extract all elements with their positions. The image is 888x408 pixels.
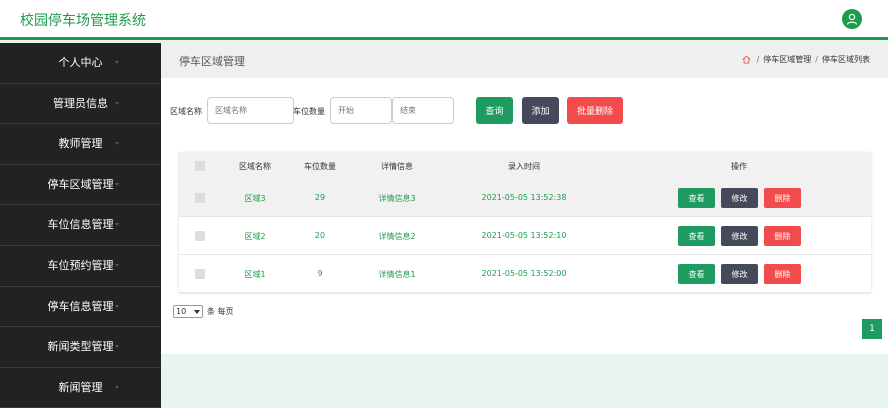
table-row: 区域3 29 详情信息3 2021-05-05 13:52:38 查看 修改 删… (179, 180, 871, 217)
sidebar-item-label: 停车区域管理 (47, 177, 114, 191)
chevron-down-icon (115, 182, 119, 186)
main-content: 停车区域管理 / 停车区域管理 / 停车区域列表 区域名称 车位数量 查询 添加… (161, 43, 888, 354)
column-header: 车位数量 (304, 162, 336, 171)
sidebar-item-admin-info[interactable]: 管理员信息 (0, 84, 161, 125)
query-button[interactable]: 查询 (476, 97, 513, 124)
top-header: 校园停车场管理系统 (0, 0, 888, 40)
edit-button[interactable]: 修改 (721, 188, 758, 208)
count-start-input[interactable] (330, 97, 392, 124)
space-count-label: 车位数量 (293, 107, 325, 116)
delete-button[interactable]: 删除 (764, 264, 801, 284)
view-button[interactable]: 查看 (678, 264, 715, 284)
edit-button[interactable]: 修改 (721, 226, 758, 246)
cell-area-name: 区域2 (244, 232, 266, 241)
cell-space-count: 29 (314, 193, 326, 202)
breadcrumb: / 停车区域管理 / 停车区域列表 (742, 54, 870, 65)
sidebar-item-parking-area[interactable]: 停车区域管理 (0, 165, 161, 206)
chevron-down-icon (194, 309, 200, 314)
sidebar-item-label: 车位预约管理 (47, 258, 114, 272)
table-row: 区域1 9 详情信息1 2021-05-05 13:52:00 查看 修改 删除 (179, 256, 871, 293)
cell-space-count: 20 (314, 231, 326, 240)
breadcrumb-item-area-list: 停车区域列表 (822, 55, 870, 64)
sidebar-item-space-reservation[interactable]: 车位预约管理 (0, 246, 161, 287)
sidebar-item-label: 车位信息管理 (47, 218, 114, 232)
sidebar-item-space-info[interactable]: 车位信息管理 (0, 205, 161, 246)
chevron-down-icon (115, 223, 119, 227)
row-checkbox[interactable] (195, 231, 205, 241)
batch-delete-button[interactable]: 批量删除 (567, 97, 623, 124)
sidebar-item-label: 停车信息管理 (47, 299, 114, 313)
chevron-down-icon (115, 101, 119, 105)
chevron-down-icon (115, 142, 119, 146)
pagination-page-1[interactable]: 1 (862, 319, 882, 339)
page-size-control: 10 条 每页 (173, 305, 234, 318)
count-end-input[interactable] (392, 97, 454, 124)
cell-entry-time: 2021-05-05 13:52:00 (481, 269, 567, 278)
search-bar: 区域名称 车位数量 查询 添加 批量删除 (161, 97, 888, 124)
sidebar-item-news-type[interactable]: 新闻类型管理 (0, 327, 161, 368)
column-header: 区域名称 (239, 162, 271, 171)
column-header: 录入时间 (508, 162, 540, 171)
column-header: 详情信息 (381, 162, 413, 171)
edit-button[interactable]: 修改 (721, 264, 758, 284)
user-avatar-icon[interactable] (842, 9, 862, 29)
add-button[interactable]: 添加 (522, 97, 559, 124)
view-button[interactable]: 查看 (678, 188, 715, 208)
page-title: 停车区域管理 (179, 55, 245, 68)
sidebar-item-personal-center[interactable]: 个人中心 (0, 43, 161, 84)
data-table: 区域名称 车位数量 详情信息 录入时间 操作 区域3 29 详情信息3 2021… (179, 152, 871, 293)
chevron-down-icon (115, 345, 119, 349)
view-button[interactable]: 查看 (678, 226, 715, 246)
sidebar-item-label: 新闻管理 (58, 380, 103, 394)
delete-button[interactable]: 删除 (764, 188, 801, 208)
cell-entry-time: 2021-05-05 13:52:10 (481, 231, 567, 240)
row-checkbox[interactable] (195, 269, 205, 279)
home-icon[interactable] (742, 55, 751, 64)
table-row: 区域2 20 详情信息2 2021-05-05 13:52:10 查看 修改 删… (179, 218, 871, 255)
page-size-select[interactable]: 10 (173, 305, 203, 318)
page-size-value: 10 (176, 307, 187, 316)
cell-detail: 详情信息1 (378, 270, 416, 279)
sidebar: 个人中心 管理员信息 教师管理 停车区域管理 车位信息管理 车位预约管理 停车信… (0, 43, 161, 408)
select-all-checkbox[interactable] (195, 161, 205, 171)
area-name-input[interactable] (207, 97, 294, 124)
cell-area-name: 区域3 (244, 194, 266, 203)
breadcrumb-separator: / (756, 55, 760, 64)
sidebar-item-label: 个人中心 (58, 56, 103, 69)
row-checkbox[interactable] (195, 193, 205, 203)
sidebar-item-parking-info[interactable]: 停车信息管理 (0, 287, 161, 328)
delete-button[interactable]: 删除 (764, 226, 801, 246)
area-name-label: 区域名称 (170, 107, 202, 116)
breadcrumb-item-area-manage[interactable]: 停车区域管理 (763, 54, 811, 65)
sidebar-item-teacher[interactable]: 教师管理 (0, 124, 161, 165)
cell-entry-time: 2021-05-05 13:52:38 (481, 193, 567, 202)
sidebar-item-label: 教师管理 (58, 137, 103, 151)
column-header: 操作 (731, 162, 747, 171)
cell-detail: 详情信息3 (378, 194, 416, 203)
table-header: 区域名称 车位数量 详情信息 录入时间 操作 (179, 152, 871, 180)
cell-area-name: 区域1 (244, 270, 266, 279)
chevron-down-icon (115, 304, 119, 308)
breadcrumb-separator: / (815, 55, 818, 64)
chevron-down-icon (115, 263, 119, 267)
cell-space-count: 9 (317, 269, 323, 278)
cell-detail: 详情信息2 (378, 232, 416, 241)
chevron-down-icon (115, 385, 119, 389)
sidebar-item-news[interactable]: 新闻管理 (0, 368, 161, 408)
sidebar-item-label: 新闻类型管理 (47, 340, 114, 354)
per-page-label: 条 每页 (207, 307, 234, 316)
chevron-down-icon (115, 61, 119, 64)
sidebar-item-label: 管理员信息 (53, 96, 108, 110)
app-title: 校园停车场管理系统 (20, 13, 146, 29)
page-header: 停车区域管理 / 停车区域管理 / 停车区域列表 (161, 43, 888, 78)
